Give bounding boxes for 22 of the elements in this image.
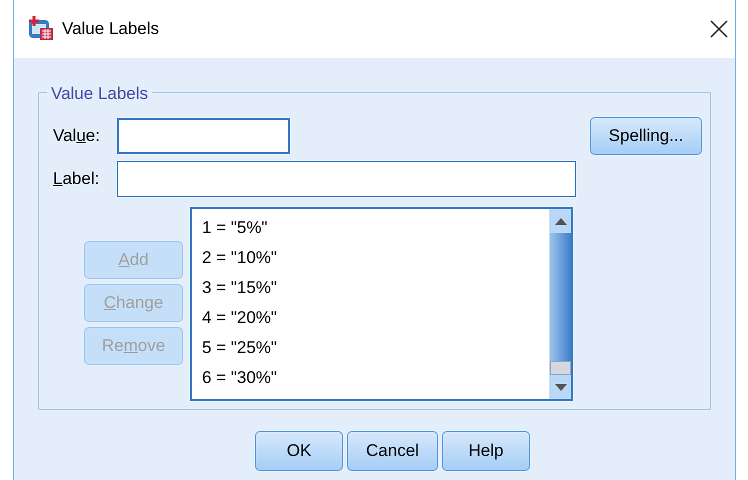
value-field[interactable] [117,118,290,154]
list-item[interactable]: 1 = "5%" [200,213,270,243]
scrollbar[interactable] [549,209,571,399]
label-label: Label: [53,168,100,190]
close-icon [710,20,728,38]
list-item[interactable]: 5 = "25%" [200,333,279,363]
down-arrow-icon [554,384,566,390]
scrollbar-track[interactable] [550,361,571,375]
spelling-button[interactable]: Spelling... [590,117,702,155]
dialog-button[interactable]: Cancel [347,431,438,471]
list-item[interactable]: 2 = "10%" [200,243,279,273]
list-item[interactable]: 3 = "15%" [200,273,279,303]
up-arrow-icon [554,218,566,224]
table-icon [27,16,55,42]
scrollbar-thumb[interactable] [550,233,571,361]
window-title: Value Labels [62,18,160,40]
dialog-button[interactable]: Help [442,431,530,471]
dialog-button[interactable]: OK [255,431,344,471]
list-item[interactable]: 6 = "30%" [200,363,279,393]
value-label: Value: [53,125,101,148]
label-field[interactable] [117,161,576,197]
list-item[interactable]: 4 = "20%" [200,303,279,333]
